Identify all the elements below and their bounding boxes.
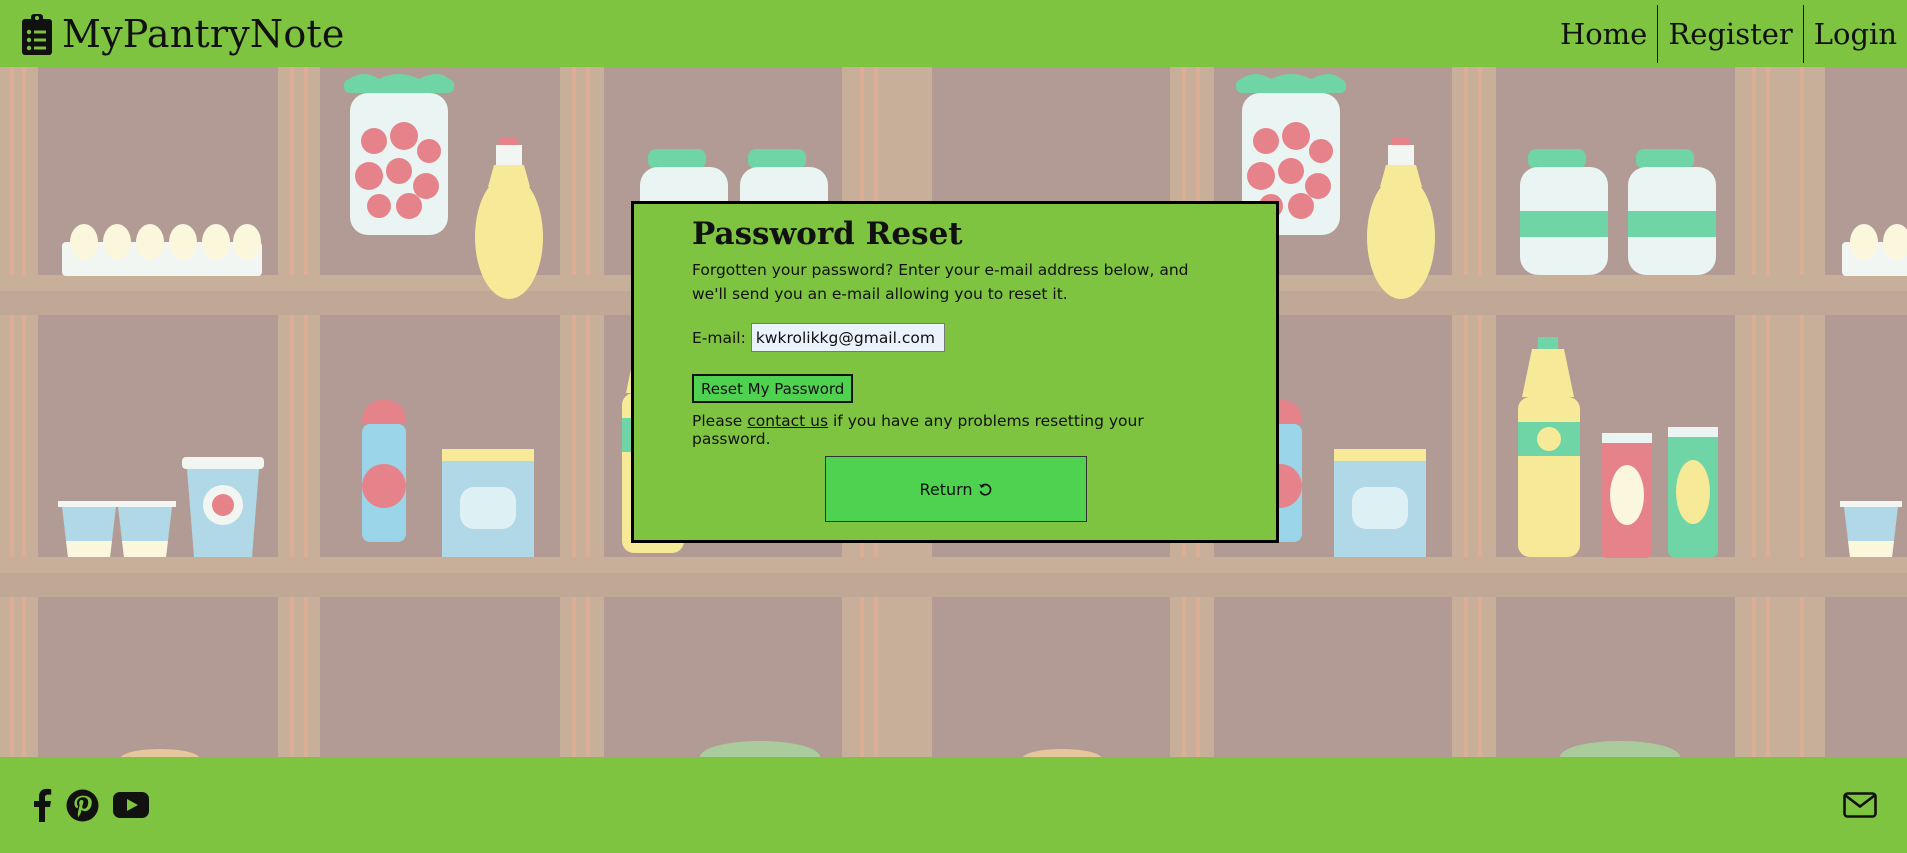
email-label: E-mail: [692,328,746,347]
contact-prefix: Please [692,412,748,430]
clipboard-list-icon [22,13,52,55]
social-links [0,788,149,822]
site-header: MyPantryNote Home Register Login [0,0,1907,67]
rotate-left-icon [978,483,991,496]
contact-line: Please contact us if you have any proble… [692,412,1212,448]
site-footer [0,757,1907,853]
envelope-icon[interactable] [1843,792,1877,818]
reset-description: Forgotten your password? Enter your e-ma… [692,261,1189,303]
return-button[interactable]: Return [825,456,1087,522]
nav-register[interactable]: Register [1657,4,1802,63]
page-title: Password Reset [692,216,963,252]
password-reset-panel: Password Reset Forgotten your password? … [631,201,1279,543]
facebook-icon[interactable] [32,788,52,822]
reset-password-button[interactable]: Reset My Password [692,374,854,403]
password-reset-content: Password Reset Forgotten your password? … [692,214,1212,448]
nav-home[interactable]: Home [1550,5,1657,63]
email-field[interactable] [750,323,945,352]
youtube-icon[interactable] [113,792,149,818]
pinterest-icon[interactable] [66,789,99,822]
return-label: Return [919,479,973,499]
contact-us-link[interactable]: contact us [747,412,828,430]
nav-login[interactable]: Login [1802,4,1907,63]
main-nav: Home Register Login [1550,4,1907,63]
email-row: E-mail: [692,323,1212,352]
mail-link[interactable] [1843,792,1907,818]
brand[interactable]: MyPantryNote [0,12,345,56]
brand-title: MyPantryNote [62,11,345,56]
